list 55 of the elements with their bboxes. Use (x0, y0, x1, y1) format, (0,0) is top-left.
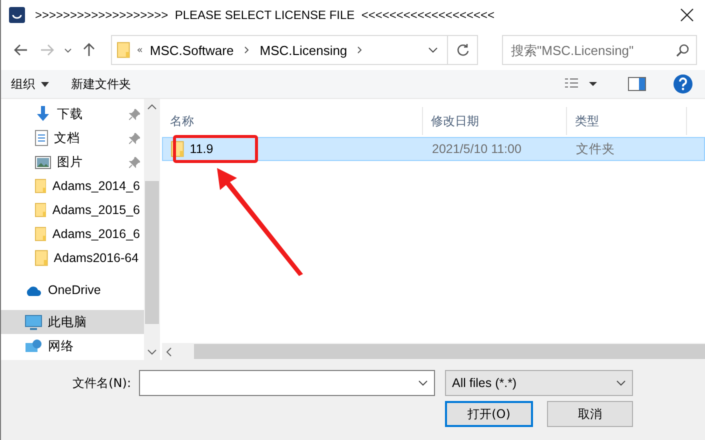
up-arrow-icon (83, 43, 95, 57)
cancel-button[interactable]: 取消 (547, 401, 633, 427)
sidebar-item[interactable]: 图片 (1, 150, 144, 174)
monitor-icon (25, 314, 42, 330)
picture-icon (35, 156, 51, 168)
breadcrumb[interactable]: MSC.Software (146, 42, 238, 58)
file-type-dropdown[interactable]: All files (*.*) (445, 370, 633, 396)
right-arrow-icon (40, 44, 54, 56)
horizontal-scrollbar[interactable] (162, 343, 705, 360)
sidebar-item[interactable]: Adams_2015_6 (1, 198, 144, 222)
sidebar-item[interactable]: 此电脑 (1, 310, 144, 334)
chevron-down-icon (428, 47, 438, 53)
overflow-chevron[interactable]: « (134, 44, 146, 56)
sidebar-item[interactable]: Adams_2016_6 (1, 222, 144, 246)
folder-icon (35, 202, 46, 218)
folder-icon (35, 178, 46, 194)
new-folder-button[interactable]: 新建文件夹 (71, 76, 131, 92)
caret-icon (41, 82, 49, 86)
window-title: >>>>>>>>>>>>>>>>>>> PLEASE SELECT LICENSE FILE <<<<<<<<<<<<<<<<<<< (35, 8, 496, 22)
pane-icon (628, 77, 646, 91)
help-icon (673, 74, 693, 94)
refresh-icon (456, 43, 470, 57)
cloud-icon (25, 284, 42, 296)
breadcrumb[interactable]: MSC.Licensing (256, 42, 352, 58)
folder-icon (35, 250, 48, 266)
filename-label: 文件名(N): (72, 374, 131, 392)
column-header[interactable]: 修改日期 (423, 107, 567, 135)
close-icon (680, 8, 694, 22)
column-header[interactable]: 类型 (567, 107, 687, 135)
filename-field[interactable] (139, 370, 435, 396)
folder-icon (117, 42, 130, 58)
sidebar-item[interactable]: 文档 (1, 126, 144, 150)
file-row[interactable]: 11.9 2021/5/10 11:00 文件夹 (162, 137, 705, 161)
column-header[interactable]: 名称 (162, 107, 423, 135)
address-bar[interactable]: « MSC.Software MSC.Licensing (111, 35, 478, 65)
sidebar-item[interactable]: OneDrive (1, 278, 144, 302)
search-field[interactable]: 搜索"MSC.Licensing" (502, 35, 697, 65)
help-button[interactable] (671, 72, 695, 96)
sidebar-item[interactable]: Adams_2014_6 (1, 174, 144, 198)
organize-menu[interactable]: 组织 (11, 76, 49, 92)
network-icon (25, 338, 42, 354)
sidebar-item[interactable]: Adams2016-64 (1, 246, 144, 270)
sidebar-item[interactable]: 网络 (1, 334, 144, 358)
open-button[interactable]: 打开(O) (445, 401, 533, 427)
app-icon (9, 7, 25, 23)
chevron-down-icon (418, 380, 428, 386)
chevron-down-icon (616, 380, 626, 386)
sidebar-item[interactable]: 下载 (1, 102, 144, 126)
down-arrow-icon (35, 106, 51, 122)
document-icon (35, 130, 48, 146)
chevron-down-icon (64, 48, 72, 52)
vertical-scrollbar[interactable] (144, 99, 160, 360)
search-icon (676, 44, 689, 57)
left-arrow-icon (14, 44, 28, 56)
folder-icon (35, 226, 46, 242)
